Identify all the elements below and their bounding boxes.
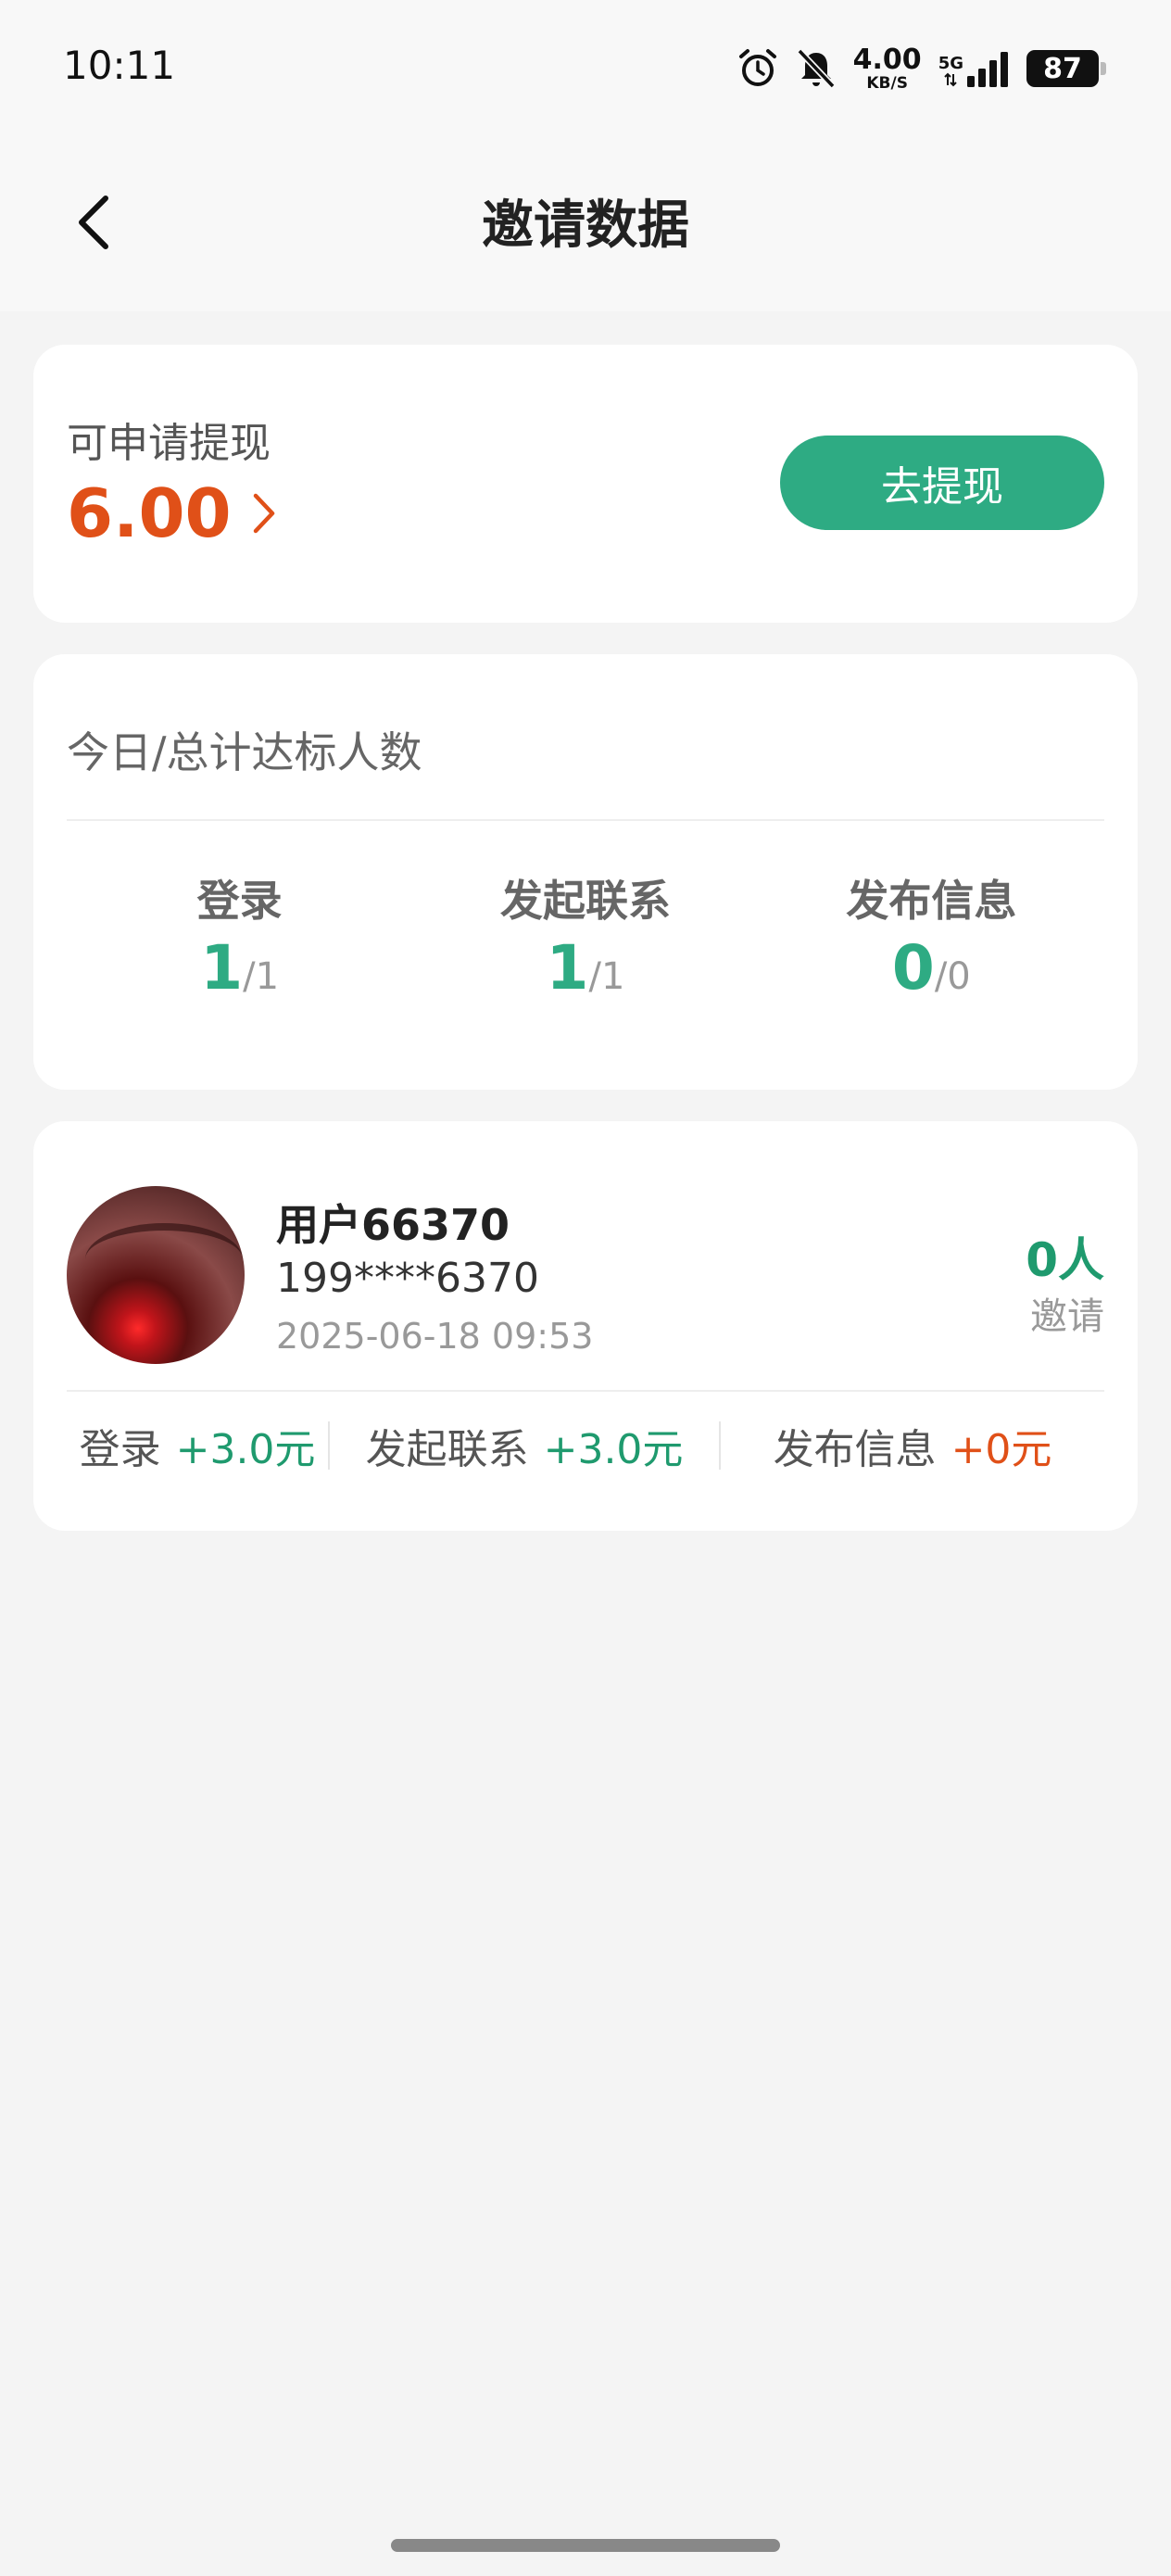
network-type: 5G xyxy=(938,54,963,73)
status-time: 10:11 xyxy=(63,43,176,88)
signal-5g-icon: 5G xyxy=(938,50,1010,87)
reward-label: 发布信息 xyxy=(773,1426,937,1473)
mute-bell-icon xyxy=(796,47,837,90)
stat-label: 发起联系 xyxy=(499,876,671,926)
stat-total-value: /1 xyxy=(588,955,625,998)
invite-data-page: 10:11 4.00 KB/S 5G 87 邀请数据 可申请提现 6.00 去提… xyxy=(0,0,1171,2576)
stat-value-row: 0 /0 xyxy=(892,932,971,1004)
home-indicator[interactable] xyxy=(391,2539,780,2552)
stat-contact: 发起联系 1 /1 xyxy=(412,867,758,1004)
stat-total-value: /1 xyxy=(243,955,280,998)
reward-contact: 发起联系 +3.0元 xyxy=(330,1416,719,1475)
net-speed: 4.00 KB/S xyxy=(852,43,922,93)
user-name: 用户66370 xyxy=(276,1200,510,1250)
net-speed-unit: KB/S xyxy=(866,73,908,93)
withdraw-amount-link[interactable]: 6.00 xyxy=(67,474,278,552)
stat-label: 发布信息 xyxy=(846,876,1017,926)
reward-login: 登录 +3.0元 xyxy=(67,1416,328,1475)
divider xyxy=(67,819,1104,821)
invited-user-card[interactable]: 用户66370 199****6370 2025-06-18 09:53 0人 … xyxy=(33,1121,1138,1531)
withdraw-card: 可申请提现 6.00 去提现 xyxy=(33,345,1138,623)
stat-login: 登录 1 /1 xyxy=(67,867,412,1004)
reward-label: 登录 xyxy=(79,1426,161,1473)
reward-publish: 发布信息 +0元 xyxy=(721,1416,1104,1475)
user-time: 2025-06-18 09:53 xyxy=(276,1316,594,1357)
stat-today-value: 1 xyxy=(200,932,244,1004)
net-speed-value: 4.00 xyxy=(852,43,922,76)
stat-label: 登录 xyxy=(196,876,283,926)
nav-bar: 邀请数据 xyxy=(0,139,1171,311)
stat-publish: 发布信息 0 /0 xyxy=(759,867,1104,1004)
withdraw-amount: 6.00 xyxy=(67,474,232,552)
stats-card: 今日/总计达标人数 登录 1 /1 发起联系 1 /1 发布信息 0 /0 xyxy=(33,654,1138,1090)
user-phone: 199****6370 xyxy=(276,1255,539,1302)
reward-value: +3.0元 xyxy=(543,1426,684,1473)
divider xyxy=(67,1390,1104,1392)
battery-indicator: 87 xyxy=(1026,50,1106,87)
stat-today-value: 1 xyxy=(546,932,589,1004)
status-bar: 10:11 4.00 KB/S 5G 87 xyxy=(0,0,1171,139)
stats-title: 今日/总计达标人数 xyxy=(67,727,422,777)
stats-columns: 登录 1 /1 发起联系 1 /1 发布信息 0 /0 xyxy=(67,867,1104,1004)
reward-value: +0元 xyxy=(951,1426,1052,1473)
withdraw-label: 可申请提现 xyxy=(67,420,271,467)
status-icons: 4.00 KB/S 5G 87 xyxy=(737,43,1106,93)
alarm-icon xyxy=(737,47,779,90)
stat-today-value: 0 xyxy=(891,932,935,1004)
stat-total-value: /0 xyxy=(934,955,971,998)
reward-row: 登录 +3.0元 发起联系 +3.0元 发布信息 +0元 xyxy=(67,1408,1104,1483)
withdraw-button[interactable]: 去提现 xyxy=(780,436,1104,530)
invite-count: 0人 xyxy=(1026,1233,1104,1287)
chevron-right-icon xyxy=(253,493,274,534)
stat-value-row: 1 /1 xyxy=(547,932,625,1004)
invite-label: 邀请 xyxy=(1030,1295,1104,1338)
reward-label: 发起联系 xyxy=(365,1426,529,1473)
stat-value-row: 1 /1 xyxy=(200,932,279,1004)
page-title: 邀请数据 xyxy=(482,196,689,256)
reward-value: +3.0元 xyxy=(175,1426,316,1473)
avatar xyxy=(67,1186,245,1364)
